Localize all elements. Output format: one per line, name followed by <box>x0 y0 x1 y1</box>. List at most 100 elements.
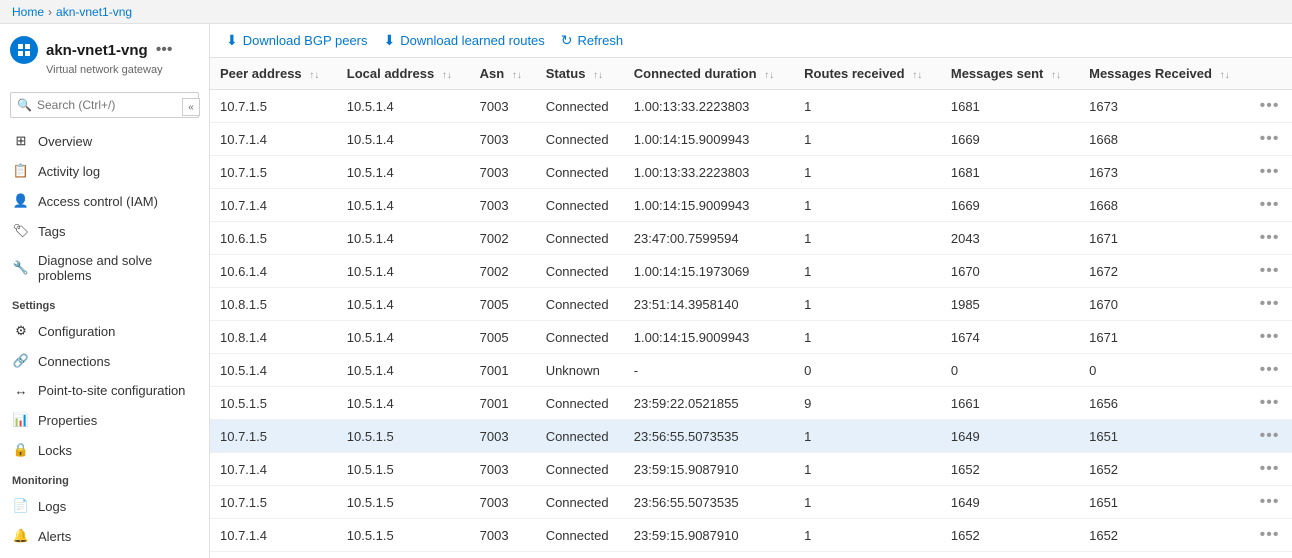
sidebar-item-alerts[interactable]: 🔔 Alerts <box>0 521 209 551</box>
col-header-asn[interactable]: Asn ↑↓ <box>470 58 536 90</box>
more-actions-button[interactable]: ••• <box>1260 295 1280 312</box>
more-actions-button[interactable]: ••• <box>1260 427 1280 444</box>
cell-duration: - <box>624 354 794 387</box>
sidebar-item-overview[interactable]: ⊞ Overview <box>0 126 209 156</box>
more-actions-button[interactable]: ••• <box>1260 526 1280 543</box>
more-actions-button[interactable]: ••• <box>1260 229 1280 246</box>
cell-more-actions[interactable]: ••• <box>1250 387 1292 420</box>
table-row[interactable]: 10.7.1.4 10.5.1.5 7003 Connected 23:59:1… <box>210 519 1292 552</box>
more-actions-button[interactable]: ••• <box>1260 493 1280 510</box>
table-row[interactable]: 10.6.1.4 10.5.1.4 7002 Connected 1.00:14… <box>210 255 1292 288</box>
more-actions-button[interactable]: ••• <box>1260 328 1280 345</box>
table-row[interactable]: 10.7.1.4 10.5.1.4 7003 Connected 1.00:14… <box>210 123 1292 156</box>
cell-sent: 2043 <box>941 222 1079 255</box>
sidebar-item-metrics[interactable]: 📈 Metrics <box>0 551 209 558</box>
breadcrumb-home[interactable]: Home <box>12 5 44 19</box>
download-bgp-button[interactable]: ⬇ Download BGP peers <box>226 32 368 49</box>
more-actions-button[interactable]: ••• <box>1260 97 1280 114</box>
table-row[interactable]: 10.7.1.4 10.5.1.5 7003 Connected 23:59:1… <box>210 453 1292 486</box>
cell-more-actions[interactable]: ••• <box>1250 123 1292 156</box>
sidebar-item-access-control[interactable]: 👤 Access control (IAM) <box>0 186 209 216</box>
table-row[interactable]: 10.5.1.4 10.5.1.4 7001 Unknown - 0 0 0 •… <box>210 354 1292 387</box>
cell-routes: 1 <box>794 321 941 354</box>
table-row[interactable]: 10.7.1.5 10.5.1.5 7003 Connected 23:56:5… <box>210 420 1292 453</box>
sidebar-item-diagnose[interactable]: 🔧 Diagnose and solve problems <box>0 246 209 290</box>
resource-name: akn-vnet1-vng <box>46 42 148 59</box>
cell-more-actions[interactable]: ••• <box>1250 486 1292 519</box>
cell-more-actions[interactable]: ••• <box>1250 90 1292 123</box>
sidebar-item-logs[interactable]: 📄 Logs <box>0 491 209 521</box>
cell-more-actions[interactable]: ••• <box>1250 453 1292 486</box>
sort-duration-icon[interactable]: ↑↓ <box>764 70 774 81</box>
col-header-local-address[interactable]: Local address ↑↓ <box>337 58 470 90</box>
table-row[interactable]: 10.7.1.5 10.5.1.5 7003 Connected 23:56:5… <box>210 486 1292 519</box>
search-input[interactable] <box>10 92 199 118</box>
cell-more-actions[interactable]: ••• <box>1250 552 1292 558</box>
more-actions-button[interactable]: ••• <box>1260 361 1280 378</box>
sort-local-address-icon[interactable]: ↑↓ <box>442 70 452 81</box>
col-header-status[interactable]: Status ↑↓ <box>536 58 624 90</box>
more-actions-button[interactable]: ••• <box>1260 130 1280 147</box>
sort-asn-icon[interactable]: ↑↓ <box>512 70 522 81</box>
table-row[interactable]: 10.7.1.4 10.5.1.4 7003 Connected 1.00:14… <box>210 189 1292 222</box>
cell-more-actions[interactable]: ••• <box>1250 420 1292 453</box>
more-actions-button[interactable]: ••• <box>1260 394 1280 411</box>
col-header-routes-received[interactable]: Routes received ↑↓ <box>794 58 941 90</box>
col-header-peer-address[interactable]: Peer address ↑↓ <box>210 58 337 90</box>
cell-duration: 23:59:15.9087910 <box>624 453 794 486</box>
sidebar-item-activity-log[interactable]: 📋 Activity log <box>0 156 209 186</box>
col-header-connected-duration[interactable]: Connected duration ↑↓ <box>624 58 794 90</box>
col-header-messages-received[interactable]: Messages Received ↑↓ <box>1079 58 1250 90</box>
cell-local-address: 10.5.1.4 <box>337 222 470 255</box>
cell-status: Connected <box>536 321 624 354</box>
resource-options-button[interactable]: ••• <box>156 41 173 59</box>
breadcrumb-sep: › <box>48 5 52 19</box>
table-row[interactable]: 10.8.1.5 10.5.1.4 7005 Connected 23:51:1… <box>210 288 1292 321</box>
sort-routes-icon[interactable]: ↑↓ <box>912 70 922 81</box>
cell-more-actions[interactable]: ••• <box>1250 519 1292 552</box>
breadcrumb-resource[interactable]: akn-vnet1-vng <box>56 5 132 19</box>
sidebar-item-tags[interactable]: 🏷 Tags <box>0 216 209 246</box>
cell-routes: 1 <box>794 420 941 453</box>
sort-sent-icon[interactable]: ↑↓ <box>1051 70 1061 81</box>
col-header-messages-sent[interactable]: Messages sent ↑↓ <box>941 58 1079 90</box>
more-actions-button[interactable]: ••• <box>1260 163 1280 180</box>
cell-peer-address: 10.7.1.5 <box>210 420 337 453</box>
sidebar-item-properties[interactable]: 📊 Properties <box>0 405 209 435</box>
download-routes-button[interactable]: ⬇ Download learned routes <box>384 32 545 49</box>
bgp-peers-table: Peer address ↑↓ Local address ↑↓ Asn ↑↓ <box>210 58 1292 558</box>
sort-status-icon[interactable]: ↑↓ <box>593 70 603 81</box>
configuration-icon: ⚙ <box>12 323 30 339</box>
cell-more-actions[interactable]: ••• <box>1250 354 1292 387</box>
cell-routes: 1 <box>794 288 941 321</box>
cell-more-actions[interactable]: ••• <box>1250 288 1292 321</box>
table-row[interactable]: 10.7.1.5 10.5.1.4 7003 Connected 1.00:13… <box>210 90 1292 123</box>
sidebar-collapse-button[interactable]: « <box>182 98 200 116</box>
more-actions-button[interactable]: ••• <box>1260 196 1280 213</box>
sidebar-item-point-to-site[interactable]: ↔ Point-to-site configuration <box>0 376 209 405</box>
resource-icon <box>10 36 38 64</box>
cell-received: 1651 <box>1079 486 1250 519</box>
sidebar-item-configuration[interactable]: ⚙ Configuration <box>0 316 209 346</box>
cell-status: Connected <box>536 519 624 552</box>
cell-more-actions[interactable]: ••• <box>1250 255 1292 288</box>
table-row[interactable]: 10.8.1.4 10.5.1.4 7005 Connected 1.00:14… <box>210 321 1292 354</box>
sidebar-item-connections[interactable]: 🔗 Connections <box>0 346 209 376</box>
cell-received: 1671 <box>1079 222 1250 255</box>
cell-more-actions[interactable]: ••• <box>1250 156 1292 189</box>
download-routes-icon: ⬇ <box>384 32 396 49</box>
cell-more-actions[interactable]: ••• <box>1250 189 1292 222</box>
sort-peer-address-icon[interactable]: ↑↓ <box>309 70 319 81</box>
refresh-button[interactable]: ↻ Refresh <box>561 32 623 49</box>
more-actions-button[interactable]: ••• <box>1260 262 1280 279</box>
cell-more-actions[interactable]: ••• <box>1250 321 1292 354</box>
sidebar-item-locks[interactable]: 🔒 Locks <box>0 435 209 465</box>
table-row[interactable]: 10.7.1.5 10.5.1.4 7003 Connected 1.00:13… <box>210 156 1292 189</box>
sidebar-item-label: Logs <box>38 499 66 514</box>
more-actions-button[interactable]: ••• <box>1260 460 1280 477</box>
table-row[interactable]: 10.6.1.5 10.5.1.5 7002 Connected 23:59:1… <box>210 552 1292 558</box>
cell-more-actions[interactable]: ••• <box>1250 222 1292 255</box>
table-row[interactable]: 10.5.1.5 10.5.1.4 7001 Connected 23:59:2… <box>210 387 1292 420</box>
sort-received-icon[interactable]: ↑↓ <box>1220 70 1230 81</box>
table-row[interactable]: 10.6.1.5 10.5.1.4 7002 Connected 23:47:0… <box>210 222 1292 255</box>
